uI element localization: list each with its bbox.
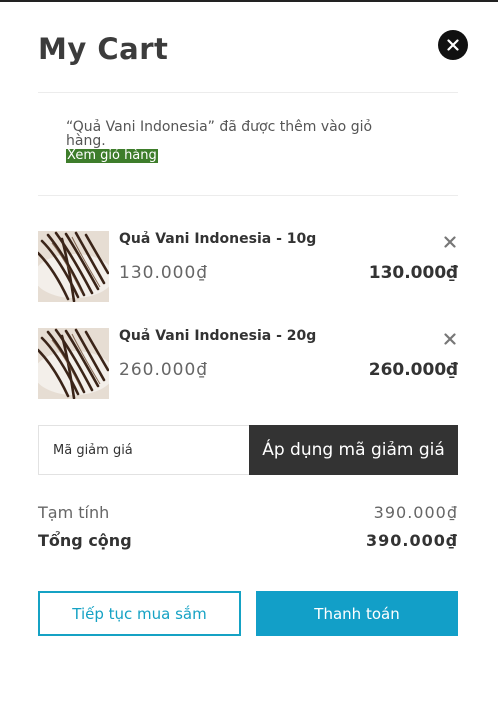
total-value: 390.000₫ — [365, 531, 458, 550]
divider — [38, 195, 458, 196]
apply-coupon-button[interactable]: Áp dụng mã giảm giá — [249, 425, 458, 475]
line-total: 130.000₫ — [368, 263, 458, 283]
unit-price: 130.000₫ — [119, 263, 209, 283]
remove-icon — [444, 333, 456, 345]
cart-header: My Cart — [38, 30, 468, 70]
page-title: My Cart — [38, 32, 169, 66]
close-icon — [447, 39, 459, 51]
cart-item: Quả Vani Indonesia - 20g 260.000₫ 260.00… — [38, 328, 458, 402]
subtotal-label: Tạm tính — [38, 503, 110, 522]
total-label: Tổng cộng — [38, 531, 132, 550]
notice-text: “Quả Vani Indonesia” đã được thêm vào gi… — [66, 119, 373, 149]
remove-item-button[interactable] — [444, 330, 456, 349]
added-notice: “Quả Vani Indonesia” đã được thêm vào gi… — [66, 120, 406, 163]
close-button[interactable] — [438, 30, 468, 60]
divider — [38, 92, 458, 93]
top-border — [0, 0, 498, 2]
vanilla-beans-image — [38, 231, 109, 302]
product-thumbnail[interactable] — [38, 231, 109, 302]
product-thumbnail[interactable] — [38, 328, 109, 399]
remove-icon — [444, 236, 456, 248]
unit-price: 260.000₫ — [119, 360, 209, 380]
checkout-button[interactable]: Thanh toán — [256, 591, 458, 636]
view-cart-link[interactable]: Xem giỏ hàng — [66, 149, 158, 163]
continue-shopping-button[interactable]: Tiếp tục mua sắm — [38, 591, 241, 636]
subtotal-value: 390.000₫ — [373, 503, 458, 522]
coupon-form: Áp dụng mã giảm giá — [38, 425, 458, 475]
product-name[interactable]: Quả Vani Indonesia - 20g — [119, 328, 316, 344]
remove-item-button[interactable] — [444, 233, 456, 252]
line-total: 260.000₫ — [368, 360, 458, 380]
cart-item: Quả Vani Indonesia - 10g 130.000₫ 130.00… — [38, 231, 458, 305]
coupon-input[interactable] — [38, 425, 249, 475]
product-name[interactable]: Quả Vani Indonesia - 10g — [119, 231, 316, 247]
vanilla-beans-image — [38, 328, 109, 399]
